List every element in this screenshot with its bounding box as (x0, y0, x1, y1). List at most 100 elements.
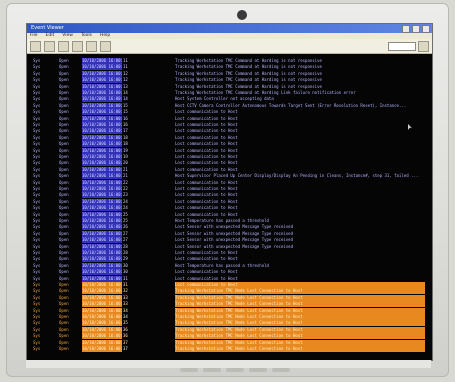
log-row[interactable]: Sys Open 10/10/2006 16:00:33 Tracking Works… (27, 294, 432, 301)
log-time: 10/10/2006 16:00:27 (82, 230, 128, 237)
log-description: Lost communication to Host (175, 122, 238, 127)
log-time: 10/10/2006 16:00:32 (82, 288, 128, 295)
log-row[interactable]: Sys Open 10/10/2006 16:00:25 Lost communica… (27, 211, 432, 218)
log-row[interactable]: Sys Open 10/10/2006 16:00:23 Lost communica… (27, 192, 432, 199)
log-status: Open (59, 301, 69, 307)
log-description: Tracking Workstation TMC Command at Hard… (175, 58, 322, 63)
log-row[interactable]: Sys Open 10/10/2006 16:00:12 Tracking Works… (27, 77, 432, 84)
log-time: 10/10/2006 16:00:15 (82, 102, 128, 109)
log-row[interactable]: Sys Open 10/10/2006 16:00:34 Tracking Works… (27, 307, 432, 314)
back-icon[interactable] (30, 40, 41, 52)
log-row[interactable]: Sys Open 10/10/2006 16:00:12 Tracking Works… (27, 70, 432, 77)
log-status: Open (59, 90, 69, 95)
event-log-list: Sys Open 10/10/2006 16:00:11 Tracking Works… (27, 54, 432, 360)
log-time: 10/10/2006 16:00:36 (82, 326, 128, 333)
monitor-button[interactable] (203, 368, 221, 372)
log-row[interactable]: Sys Open 10/10/2006 16:00:15 Host CCTV Came… (27, 102, 432, 109)
menu-file[interactable]: File (30, 33, 38, 39)
log-row[interactable]: Sys Open 10/10/2006 16:00:28 Lost communica… (27, 250, 432, 256)
log-row[interactable]: Sys Open 10/10/2006 16:00:19 Lost communica… (27, 154, 432, 160)
log-row[interactable]: Sys Open 10/10/2006 16:00:31 Lost communica… (27, 275, 432, 282)
log-row[interactable]: Sys Open 10/10/2006 16:00:15 Lost communica… (27, 109, 432, 116)
log-time: 10/10/2006 16:00:13 (82, 83, 128, 90)
monitor-buttons (180, 368, 290, 372)
minimize-icon[interactable] (402, 24, 410, 33)
log-name: Sys (33, 128, 41, 134)
log-row[interactable]: Sys Open 10/10/2006 16:00:33 Tracking Works… (27, 301, 432, 308)
log-description: Lost communication to Host (175, 211, 238, 217)
print-icon[interactable] (72, 40, 83, 52)
filter-icon[interactable] (86, 40, 97, 52)
log-time: 10/10/2006 16:00:21 (82, 173, 128, 180)
log-row[interactable]: Sys Open 10/10/2006 16:00:37 Tracking Works… (27, 339, 432, 346)
log-row[interactable]: Sys Open 10/10/2006 16:00:18 Lost communica… (27, 141, 432, 148)
monitor-button[interactable] (249, 368, 267, 372)
help-icon[interactable] (418, 40, 429, 52)
log-row[interactable]: Sys Open 10/10/2006 16:00:27 Lost Sensor wi… (27, 237, 432, 244)
log-description: Host Temperature has passed a threshold (175, 218, 269, 223)
log-name: Sys (33, 282, 41, 287)
menu-tools[interactable]: Tools (81, 33, 92, 39)
log-row[interactable]: Sys Open 10/10/2006 16:00:36 Tracking Works… (27, 333, 432, 340)
log-row[interactable]: Sys Open 10/10/2006 16:00:25 Host Temperatu… (27, 218, 432, 224)
log-row[interactable]: Sys Open 10/10/2006 16:00:19 Lost communica… (27, 147, 432, 154)
monitor-button[interactable] (180, 368, 198, 372)
monitor-button[interactable] (226, 368, 244, 372)
close-icon[interactable] (422, 24, 430, 33)
log-row[interactable]: Sys Open 10/10/2006 16:00:34 Tracking Works… (27, 314, 432, 320)
log-description: Tracking Workstation TMC Node Lost Conne… (175, 333, 425, 340)
log-description: Tracking Workstation TMC Command at Hard… (175, 64, 322, 70)
log-time: 10/10/2006 16:00:36 (82, 333, 128, 340)
log-name: Sys (33, 205, 41, 211)
log-row[interactable]: Sys Open 10/10/2006 16:00:32 Tracking Works… (27, 288, 432, 295)
log-row[interactable]: Sys Open 10/10/2006 16:00:37 Tracking Works… (27, 346, 432, 352)
log-row[interactable]: Sys Open 10/10/2006 16:00:24 Lost communica… (27, 198, 432, 205)
log-row[interactable]: Sys Open 10/10/2006 16:00:30 Host Temperatu… (27, 262, 432, 269)
log-row[interactable]: Sys Open 10/10/2006 16:00:16 Lost communica… (27, 122, 432, 128)
log-row[interactable]: Sys Open 10/10/2006 16:00:11 Tracking Works… (27, 64, 432, 71)
log-name: Sys (33, 256, 41, 262)
log-status: Open (59, 77, 69, 83)
log-row[interactable]: Sys Open 10/10/2006 16:00:29 Lost communica… (27, 256, 432, 263)
menu-view[interactable]: View (62, 33, 73, 39)
log-description: Lost communication to Host (175, 147, 238, 153)
refresh-icon[interactable] (58, 40, 69, 52)
log-row[interactable]: Sys Open 10/10/2006 16:00:17 Lost communica… (27, 128, 432, 135)
forward-icon[interactable] (44, 40, 55, 52)
log-row[interactable]: Sys Open 10/10/2006 16:00:31 Lost communica… (27, 282, 432, 288)
log-time: 10/10/2006 16:00:18 (82, 134, 128, 141)
log-row[interactable]: Sys Open 10/10/2006 16:00:21 Lost communica… (27, 166, 432, 173)
power-button[interactable] (272, 368, 290, 372)
maximize-icon[interactable] (412, 24, 420, 33)
log-row[interactable]: Sys Open 10/10/2006 16:00:21 Host Superviso… (27, 173, 432, 180)
menu-edit[interactable]: Edit (46, 33, 55, 39)
log-row[interactable]: Sys Open 10/10/2006 16:00:20 Lost communica… (27, 160, 432, 167)
log-row[interactable]: Sys Open 10/10/2006 16:00:16 Lost communica… (27, 115, 432, 122)
log-name: Sys (33, 141, 41, 147)
log-row[interactable]: Sys Open 10/10/2006 16:00:18 Lost communica… (27, 134, 432, 141)
log-time: 10/10/2006 16:00:28 (82, 250, 128, 256)
log-row[interactable]: Sys Open 10/10/2006 16:00:24 Lost communica… (27, 205, 432, 212)
log-row[interactable]: Sys Open 10/10/2006 16:00:14 Tracking Works… (27, 90, 432, 96)
properties-icon[interactable] (100, 40, 111, 52)
log-name: Sys (33, 102, 41, 108)
log-description: Tracking Workstation TMC Command at Hard… (175, 77, 322, 83)
log-time: 10/10/2006 16:00:37 (82, 339, 128, 346)
toolbar-field[interactable] (388, 41, 416, 51)
log-description: Lost communication to Host (175, 166, 238, 172)
menu-help[interactable]: Help (100, 33, 110, 39)
log-row[interactable]: Sys Open 10/10/2006 16:00:26 Lost Sensor wi… (27, 224, 432, 231)
log-row[interactable]: Sys Open 10/10/2006 16:00:11 Tracking Works… (27, 58, 432, 64)
log-row[interactable]: Sys Open 10/10/2006 16:00:22 Lost communica… (27, 179, 432, 186)
window-titlebar: Event Viewer (27, 24, 432, 33)
log-row[interactable]: Sys Open 10/10/2006 16:00:13 Tracking Works… (27, 83, 432, 90)
log-row[interactable]: Sys Open 10/10/2006 16:00:28 Lost Sensor wi… (27, 243, 432, 250)
log-row[interactable]: Sys Open 10/10/2006 16:00:35 Tracking Works… (27, 320, 432, 327)
log-row[interactable]: Sys Open 10/10/2006 16:00:14 Host System Co… (27, 96, 432, 103)
log-status: Open (59, 237, 69, 243)
log-row[interactable]: Sys Open 10/10/2006 16:00:27 Lost Sensor wi… (27, 230, 432, 237)
log-time: 10/10/2006 16:00:22 (82, 179, 128, 186)
log-row[interactable]: Sys Open 10/10/2006 16:00:36 Tracking Works… (27, 326, 432, 333)
log-row[interactable]: Sys Open 10/10/2006 16:00:22 Lost communica… (27, 186, 432, 192)
log-row[interactable]: Sys Open 10/10/2006 16:00:30 Lost communica… (27, 269, 432, 276)
